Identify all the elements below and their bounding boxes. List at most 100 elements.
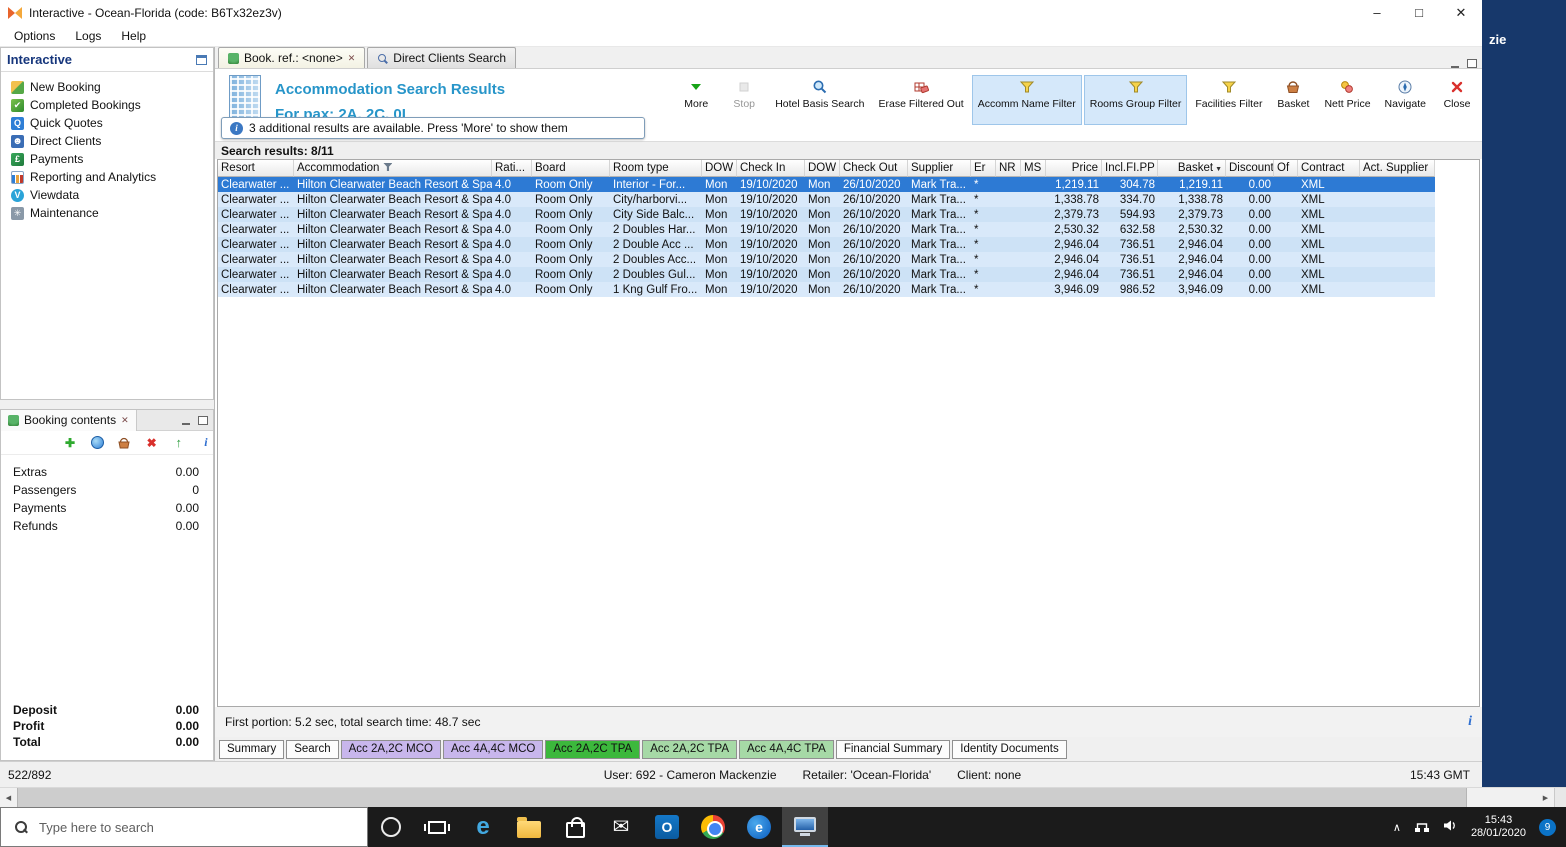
toolbar-button-nett-price[interactable]: Nett Price [1318, 75, 1376, 125]
volume-icon[interactable] [1443, 818, 1458, 836]
tab-close-icon[interactable]: ✕ [348, 53, 356, 64]
menu-logs[interactable]: Logs [65, 27, 111, 45]
basket-icon[interactable] [117, 435, 131, 450]
toolbar-button-close[interactable]: Close [1434, 75, 1480, 125]
column-header-board[interactable]: Board [532, 160, 610, 177]
toolbar-button-rooms-group-filter[interactable]: Rooms Group Filter [1083, 75, 1188, 125]
footer-info-icon[interactable]: i [1468, 714, 1472, 730]
column-header-check-in[interactable]: Check In [737, 160, 805, 177]
store-icon[interactable] [552, 807, 598, 847]
globe-icon[interactable] [90, 435, 104, 450]
menu-help[interactable]: Help [111, 27, 156, 45]
mail-icon[interactable]: ✉ [598, 807, 644, 847]
info-icon[interactable]: i [199, 435, 213, 450]
float-panel-icon[interactable] [196, 54, 207, 65]
scroll-right-icon[interactable]: ▶ [1537, 788, 1554, 807]
sidebar-item-new-booking[interactable]: New Booking [1, 78, 213, 96]
minimize-button[interactable]: – [1356, 0, 1398, 25]
sidebar-item-maintenance[interactable]: Maintenance [1, 204, 213, 222]
column-header-rati[interactable]: Rati... [492, 160, 532, 177]
table-row[interactable]: Clearwater ... Hilton Clearwater Beach Re… [218, 267, 1435, 282]
column-header-resort[interactable]: Resort [218, 160, 294, 177]
minimize-panel-icon[interactable] [181, 416, 191, 425]
table-row[interactable]: Clearwater ... Hilton Clearwater Beach Re… [218, 192, 1435, 207]
browser-icon[interactable]: e [736, 807, 782, 847]
booking-contents-tab[interactable]: Booking contents ✕ [1, 409, 137, 431]
chrome-icon[interactable] [690, 807, 736, 847]
column-header-accommodation[interactable]: Accommodation [294, 160, 492, 177]
table-row[interactable]: Clearwater ... Hilton Clearwater Beach Re… [218, 282, 1435, 297]
bottom-tab-financial-summary[interactable]: Financial Summary [835, 739, 951, 759]
move-up-icon[interactable]: ↑ [172, 435, 186, 450]
toolbar-button-facilities-filter[interactable]: Facilities Filter [1189, 75, 1268, 125]
toolbar-button-stop[interactable]: Stop [721, 75, 767, 125]
bottom-tab-summary[interactable]: Summary [219, 739, 285, 759]
interactive-app-icon[interactable] [782, 807, 828, 847]
sidebar-item-reporting-and-analytics[interactable]: Reporting and Analytics [1, 168, 213, 186]
add-icon[interactable]: ✚ [63, 435, 77, 450]
column-header-er[interactable]: Er [971, 160, 996, 177]
taskbar-search[interactable]: Type here to search [0, 807, 368, 847]
tab-direct-clients-search[interactable]: Direct Clients Search ✕ [367, 47, 517, 68]
sidebar-item-completed-bookings[interactable]: Completed Bookings [1, 96, 213, 114]
taskbar-clock[interactable]: 15:43 28/01/2020 [1471, 814, 1526, 840]
column-header-dow[interactable]: DOW [702, 160, 737, 177]
toolbar-button-accomm-name-filter[interactable]: Accomm Name Filter [971, 75, 1082, 125]
column-header-supplier[interactable]: Supplier [908, 160, 971, 177]
bottom-tab-acc-4a-4c-mco[interactable]: Acc 4A,4C MCO [443, 739, 544, 759]
scrollbar-track[interactable] [1467, 788, 1537, 807]
column-header-basket[interactable]: Basket ▼ [1158, 160, 1226, 177]
tray-expand-icon[interactable]: ∧ [1393, 821, 1401, 834]
toolbar-button-basket[interactable]: Basket [1270, 75, 1316, 125]
edge-icon[interactable]: e [460, 807, 506, 847]
tab-book-ref-none[interactable]: Book. ref.: <none> ✕ [218, 47, 366, 68]
task-view-icon[interactable] [414, 807, 460, 847]
bottom-tab-acc-4a-4c-tpa[interactable]: Acc 4A,4C TPA [739, 739, 834, 759]
sidebar-item-payments[interactable]: Payments [1, 150, 213, 168]
column-header-price[interactable]: Price [1046, 160, 1102, 177]
bottom-tab-acc-2a-2c-tpa[interactable]: Acc 2A,2C TPA [545, 739, 641, 759]
column-header-dow[interactable]: DOW [805, 160, 840, 177]
outlook-icon[interactable]: O [644, 807, 690, 847]
table-row[interactable]: Clearwater ... Hilton Clearwater Beach Re… [218, 252, 1435, 267]
table-row[interactable]: Clearwater ... Hilton Clearwater Beach Re… [218, 237, 1435, 252]
column-header-room-type[interactable]: Room type [610, 160, 702, 177]
toolbar-button-erase-filtered-out[interactable]: Erase Filtered Out [873, 75, 970, 125]
maximize-button[interactable]: □ [1398, 0, 1440, 25]
toolbar-button-navigate[interactable]: Navigate [1379, 75, 1432, 125]
column-header-contract[interactable]: Contract [1298, 160, 1360, 177]
restore-panel-icon[interactable] [198, 415, 208, 425]
close-button[interactable]: ✕ [1440, 0, 1482, 25]
horizontal-scrollbar[interactable]: ◀ ▶ [0, 787, 1566, 807]
column-header-discount[interactable]: Discount [1226, 160, 1274, 177]
column-header-ms[interactable]: MS [1021, 160, 1046, 177]
filter-icon[interactable] [383, 163, 393, 171]
scrollbar-thumb[interactable] [17, 788, 1467, 807]
bottom-tab-acc-2a-2c-tpa[interactable]: Acc 2A,2C TPA [642, 739, 738, 759]
sidebar-item-direct-clients[interactable]: Direct Clients [1, 132, 213, 150]
bottom-tab-search[interactable]: Search [286, 739, 339, 759]
scroll-left-icon[interactable]: ◀ [0, 788, 17, 807]
bottom-tab-identity-documents[interactable]: Identity Documents [952, 739, 1067, 759]
table-row[interactable]: Clearwater ... Hilton Clearwater Beach Re… [218, 222, 1435, 237]
cortana-icon[interactable] [368, 807, 414, 847]
column-header-check-out[interactable]: Check Out [840, 160, 908, 177]
table-row[interactable]: Clearwater ... Hilton Clearwater Beach Re… [218, 177, 1435, 192]
close-panel-icon[interactable]: ✕ [121, 415, 129, 426]
restore-panel-icon[interactable] [1467, 59, 1477, 68]
bottom-tab-acc-2a-2c-mco[interactable]: Acc 2A,2C MCO [340, 739, 441, 759]
notification-icon[interactable]: 9 [1539, 818, 1556, 836]
column-header-act-supplier[interactable]: Act. Supplier [1360, 160, 1435, 177]
column-header-incl-fi-pp[interactable]: Incl.FI.PP [1102, 160, 1158, 177]
toolbar-button-more[interactable]: More [673, 75, 719, 125]
sidebar-item-viewdata[interactable]: Viewdata [1, 186, 213, 204]
menu-options[interactable]: Options [4, 27, 65, 45]
network-icon[interactable] [1414, 819, 1430, 836]
column-header-nr[interactable]: NR [996, 160, 1021, 177]
sidebar-item-quick-quotes[interactable]: Quick Quotes [1, 114, 213, 132]
file-explorer-icon[interactable] [506, 807, 552, 847]
toolbar-button-hotel-basis-search[interactable]: Hotel Basis Search [769, 75, 870, 125]
column-header-of[interactable]: Of [1274, 160, 1298, 177]
delete-icon[interactable]: ✖ [145, 435, 159, 450]
table-row[interactable]: Clearwater ... Hilton Clearwater Beach Re… [218, 207, 1435, 222]
